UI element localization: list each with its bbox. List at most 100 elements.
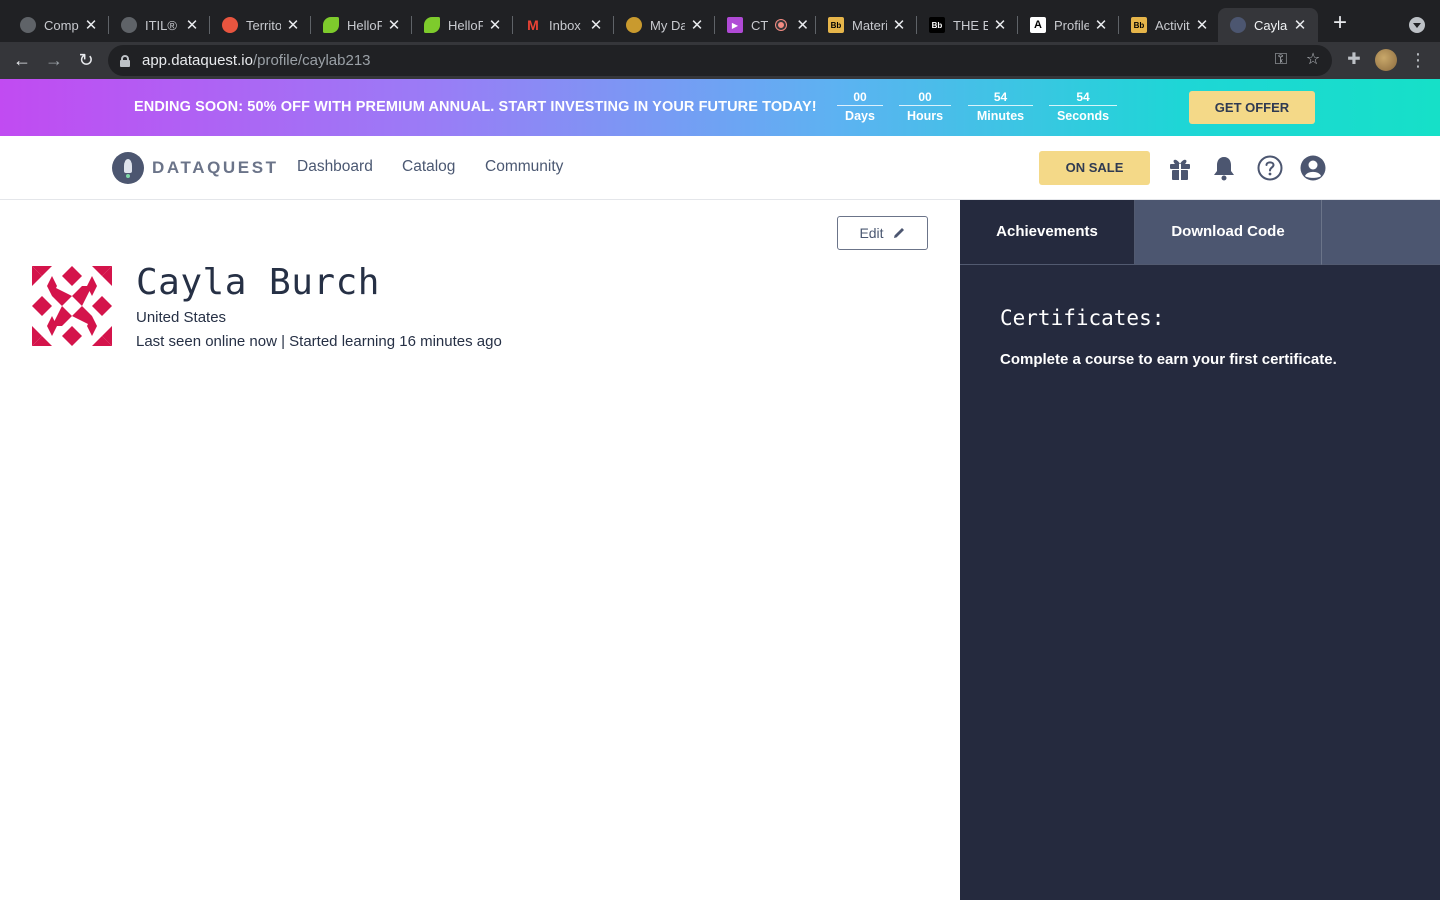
tab-title: Territo [246, 17, 281, 33]
avatar [32, 266, 112, 346]
close-icon[interactable]: ✕ [891, 16, 907, 34]
edit-profile-button[interactable]: Edit [837, 216, 928, 250]
red-circle-icon [222, 17, 238, 33]
logo-text[interactable]: DATAQUEST [152, 158, 279, 178]
countdown-value: 54 [968, 88, 1033, 106]
certificates-empty-text: Complete a course to earn your first cer… [1000, 351, 1337, 368]
help-icon[interactable] [1256, 154, 1284, 182]
browser-tab[interactable]: Territo ✕ [210, 8, 311, 42]
promo-banner: ENDING SOON: 50% OFF WITH PREMIUM ANNUAL… [0, 79, 1440, 136]
nav-community[interactable]: Community [485, 158, 563, 176]
countdown-value: 00 [899, 88, 951, 106]
tab-title: CT [751, 17, 769, 33]
browser-profile-avatar[interactable] [1375, 49, 1397, 71]
key-icon[interactable]: ⚿ [1270, 49, 1292, 71]
browser-tab[interactable]: HelloF ✕ [311, 8, 412, 42]
close-icon[interactable]: ✕ [992, 16, 1008, 34]
tab-empty [1322, 200, 1440, 265]
profile-activity-status: Last seen online now | Started learning … [136, 333, 502, 350]
certificates-heading: Certificates: [1000, 306, 1165, 330]
close-icon[interactable]: ✕ [796, 16, 809, 34]
close-icon[interactable]: ✕ [689, 16, 705, 34]
browser-toolbar: ← → ↻ app.dataquest.io/profile/caylab213… [0, 42, 1440, 79]
countdown-value: 00 [837, 88, 883, 106]
lock-icon [120, 54, 130, 67]
profile-name: Cayla Burch [136, 262, 380, 303]
back-arrow-icon[interactable]: ← [10, 48, 34, 72]
get-offer-button[interactable]: GET OFFER [1189, 91, 1315, 124]
tab-title: Activit [1155, 17, 1190, 33]
countdown-value: 54 [1049, 88, 1117, 106]
tab-title: THE E [953, 17, 988, 33]
browser-tab[interactable]: HelloF ✕ [412, 8, 513, 42]
tab-title: Materi [852, 17, 887, 33]
tab-title: Compl [44, 17, 79, 33]
close-icon[interactable]: ✕ [1194, 16, 1210, 34]
recording-icon [776, 20, 787, 30]
tab-title: My Da [650, 17, 685, 33]
tab-achievements[interactable]: Achievements [960, 200, 1135, 265]
globe-icon [121, 17, 137, 33]
promo-text: ENDING SOON: 50% OFF WITH PREMIUM ANNUAL… [134, 99, 817, 115]
browser-tab[interactable]: Compl ✕ [8, 8, 109, 42]
tab-title: HelloF [448, 17, 483, 33]
browser-tab[interactable]: Bb THE E ✕ [917, 8, 1018, 42]
purple-play-icon: ▶ [727, 17, 743, 33]
browser-tab-active[interactable]: Cayla ✕ [1218, 8, 1318, 42]
green-leaf-icon [323, 17, 339, 33]
close-icon[interactable]: ✕ [1093, 16, 1109, 34]
pencil-icon [893, 228, 904, 238]
bb-icon: Bb [1131, 17, 1147, 33]
tab-title: Cayla [1254, 17, 1288, 33]
close-icon[interactable]: ✕ [184, 16, 200, 34]
browser-tab[interactable]: Bb Materi ✕ [816, 8, 917, 42]
close-icon[interactable]: ✕ [285, 16, 301, 34]
tab-search-icon[interactable] [1409, 17, 1425, 33]
browser-tab[interactable]: ITIL® 4 ✕ [109, 8, 210, 42]
browser-tab[interactable]: ▶ CT ✕ [715, 8, 816, 42]
profile-country: United States [136, 309, 227, 326]
bell-icon[interactable] [1210, 154, 1238, 182]
new-tab-icon[interactable]: + [1328, 11, 1352, 35]
address-bar[interactable]: app.dataquest.io/profile/caylab213 ⚿ ☆ [108, 45, 1332, 76]
bb-icon: Bb [828, 17, 844, 33]
gold-coin-icon [626, 17, 642, 33]
tab-title: Inbox ( [549, 17, 584, 33]
site-header: DATAQUEST Dashboard Catalog Community ON… [0, 136, 1440, 200]
tab-title: Profile [1054, 17, 1089, 33]
extensions-icon[interactable]: ✚ [1343, 49, 1365, 71]
green-leaf-icon [424, 17, 440, 33]
close-icon[interactable]: ✕ [83, 16, 99, 34]
countdown-hours: 00 Hours [899, 88, 951, 123]
nav-dashboard[interactable]: Dashboard [297, 158, 373, 176]
countdown-seconds: 54 Seconds [1049, 88, 1117, 123]
close-icon[interactable]: ✕ [386, 16, 402, 34]
countdown-minutes: 54 Minutes [968, 88, 1033, 123]
browser-tab[interactable]: A Profile ✕ [1018, 8, 1119, 42]
close-icon[interactable]: ✕ [588, 16, 604, 34]
menu-icon[interactable]: ⋮ [1407, 49, 1429, 71]
reload-icon[interactable]: ↻ [74, 48, 98, 72]
tab-title: HelloF [347, 17, 382, 33]
a-logo-icon: A [1030, 17, 1046, 33]
countdown-label: Seconds [1056, 109, 1110, 123]
browser-tab[interactable]: My Da ✕ [614, 8, 715, 42]
browser-tab-strip: Compl ✕ ITIL® 4 ✕ Territo ✕ HelloF ✕ Hel… [0, 0, 1440, 42]
browser-tab[interactable]: M Inbox ( ✕ [513, 8, 614, 42]
forward-arrow-icon[interactable]: → [42, 48, 66, 72]
tab-download-code[interactable]: Download Code [1135, 200, 1322, 265]
user-account-icon[interactable] [1299, 154, 1327, 182]
close-icon[interactable]: ✕ [1292, 16, 1308, 34]
dataquest-logo-icon[interactable] [112, 152, 144, 184]
gmail-icon: M [527, 17, 539, 33]
browser-tab[interactable]: Bb Activit ✕ [1119, 8, 1220, 42]
star-icon[interactable]: ☆ [1302, 49, 1324, 71]
countdown-label: Days [845, 109, 875, 123]
achievements-panel: Achievements Download Code Certificates:… [960, 200, 1440, 900]
on-sale-button[interactable]: ON SALE [1039, 151, 1150, 185]
gift-icon[interactable] [1166, 154, 1194, 182]
nav-catalog[interactable]: Catalog [402, 158, 455, 176]
countdown-days: 00 Days [837, 88, 883, 123]
countdown-label: Hours [906, 109, 944, 123]
close-icon[interactable]: ✕ [487, 16, 503, 34]
